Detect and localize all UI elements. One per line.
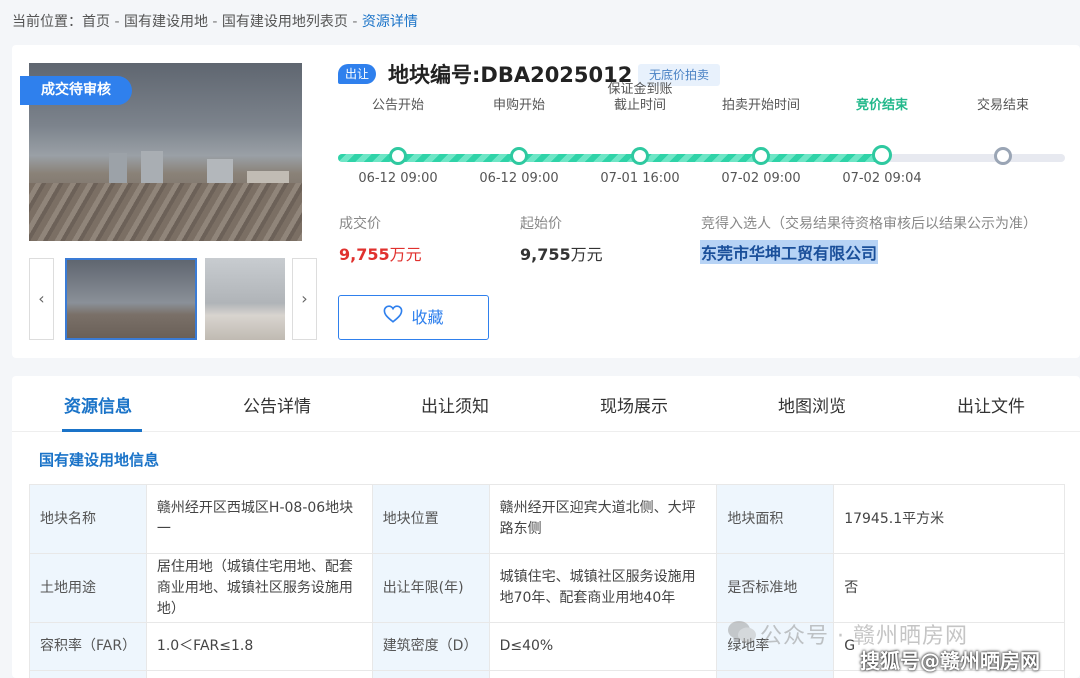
breadcrumb-land[interactable]: 国有建设用地 bbox=[124, 14, 208, 30]
table-value: 居住用地（城镇住宅用地、配套商业用地、城镇社区服务设施用地） bbox=[145, 553, 373, 623]
table-value: 否 bbox=[833, 553, 1065, 623]
table-value bbox=[488, 670, 718, 678]
step-date: 07-02 09:00 bbox=[721, 171, 801, 186]
table-key: 建筑密度（D） bbox=[371, 622, 490, 671]
thumbnail-2[interactable] bbox=[205, 258, 285, 340]
favorite-button-label: 收藏 bbox=[411, 308, 444, 327]
deal-pending-review-tag: 成交待审核 bbox=[20, 76, 132, 105]
start-price-label: 起始价 bbox=[520, 216, 562, 232]
breadcrumb-prefix: 当前位置： bbox=[12, 14, 82, 30]
table-key: 出让年限(年) bbox=[371, 553, 490, 623]
start-price-value: 9,755万元 bbox=[520, 241, 603, 265]
table-value: 城镇住宅、城镇社区服务设施用地70年、配套商业用地40年 bbox=[488, 553, 718, 623]
table-value: 1.0＜FAR≤1.8 bbox=[145, 622, 373, 671]
step-label: 竞价结束 bbox=[855, 98, 908, 113]
transaction-timeline: 公告开始 06-12 09:00 申购开始 06-12 09:00 保证金到账 … bbox=[338, 82, 1065, 195]
step-dot bbox=[389, 147, 407, 165]
listing-summary-card: 成交待审核 ‹ › 出让 地块编号:DBA2025012 无底价拍卖 公告开始 … bbox=[12, 45, 1080, 358]
table-value: D≤40% bbox=[488, 622, 718, 671]
breadcrumb-separator: - bbox=[207, 14, 222, 30]
table-key: 地块位置 bbox=[371, 484, 490, 554]
chevron-right-icon: › bbox=[301, 289, 308, 308]
timeline-track bbox=[338, 154, 1065, 162]
step-label: 交易结束 bbox=[976, 98, 1029, 113]
step-dot bbox=[872, 145, 892, 165]
table-key bbox=[371, 670, 490, 678]
thumb-prev-button[interactable]: ‹ bbox=[29, 258, 54, 340]
active-tab-indicator bbox=[62, 429, 142, 432]
step-label: 公告开始 bbox=[371, 98, 424, 113]
heart-icon bbox=[383, 296, 403, 339]
step-date: 06-12 09:00 bbox=[358, 171, 438, 186]
step-date: 07-01 16:00 bbox=[600, 171, 680, 186]
deal-price-label: 成交价 bbox=[339, 216, 381, 232]
table-row: 土地用途 居住用地（城镇住宅用地、配套商业用地、城镇社区服务设施用地） 出让年限… bbox=[29, 553, 1065, 623]
tab-transfer-notice[interactable]: 出让须知 bbox=[421, 392, 489, 417]
table-key: 地块名称 bbox=[29, 484, 147, 554]
table-key bbox=[29, 670, 147, 678]
table-row: 地块名称 赣州经开区西城区H-08-06地块一 地块位置 赣州经开区迎宾大道北侧… bbox=[29, 484, 1065, 554]
detail-tabs: 资源信息 公告详情 出让须知 现场展示 地图浏览 出让文件 bbox=[12, 376, 1080, 432]
table-key bbox=[716, 670, 835, 678]
step-dot bbox=[631, 147, 649, 165]
table-key: 是否标准地 bbox=[716, 553, 835, 623]
table-key: 地块面积 bbox=[716, 484, 835, 554]
start-price-unit: 万元 bbox=[570, 245, 603, 264]
deal-price-unit: 万元 bbox=[389, 245, 422, 264]
step-label: 保证金到账 截止时间 bbox=[607, 82, 673, 113]
transfer-badge: 出让 bbox=[338, 64, 376, 84]
thumb-next-button[interactable]: › bbox=[292, 258, 317, 340]
breadcrumb-separator: - bbox=[110, 14, 124, 30]
step-dot bbox=[510, 147, 528, 165]
start-price-number: 9,755 bbox=[520, 245, 571, 264]
breadcrumb-separator: - bbox=[347, 14, 362, 30]
deal-price-number: 9,755 bbox=[339, 245, 390, 264]
watermark-sohu: 搜狐号@赣州晒房网 bbox=[860, 649, 1040, 673]
tab-map-browse[interactable]: 地图浏览 bbox=[778, 392, 846, 417]
wechat-icon bbox=[728, 621, 756, 643]
tab-announcement-details[interactable]: 公告详情 bbox=[243, 392, 311, 417]
favorite-button[interactable]: 收藏 bbox=[338, 295, 489, 340]
step-date: 07-02 09:04 bbox=[842, 171, 922, 186]
breadcrumb: 当前位置：首页 - 国有建设用地 - 国有建设用地列表页 - 资源详情 bbox=[12, 11, 418, 31]
winner-company-name[interactable]: 东莞市华坤工贸有限公司 bbox=[700, 240, 879, 264]
table-key: 容积率（FAR） bbox=[29, 622, 147, 671]
breadcrumb-current: 资源详情 bbox=[361, 14, 418, 30]
section-title: 国有建设用地信息 bbox=[39, 451, 160, 469]
step-label: 申购开始 bbox=[492, 98, 545, 113]
table-value: 17945.1平方米 bbox=[833, 484, 1065, 554]
step-label: 拍卖开始时间 bbox=[721, 98, 800, 113]
tab-transfer-documents[interactable]: 出让文件 bbox=[957, 392, 1025, 417]
table-value bbox=[145, 670, 373, 678]
table-value: 赣州经开区迎宾大道北侧、大坪路东侧 bbox=[488, 484, 718, 554]
thumbnail-1[interactable] bbox=[65, 258, 197, 340]
tab-resource-info[interactable]: 资源信息 bbox=[64, 392, 132, 417]
step-date: 06-12 09:00 bbox=[479, 171, 559, 186]
breadcrumb-home[interactable]: 首页 bbox=[82, 14, 110, 30]
step-dot bbox=[752, 147, 770, 165]
tab-site-display[interactable]: 现场展示 bbox=[600, 392, 668, 417]
table-key: 土地用途 bbox=[29, 553, 147, 623]
chevron-left-icon: ‹ bbox=[38, 289, 45, 308]
winner-label: 竞得入选人（交易结果待资格审核后以结果公示为准） bbox=[701, 216, 1037, 232]
deal-price-value: 9,755万元 bbox=[339, 241, 422, 265]
breadcrumb-land-list[interactable]: 国有建设用地列表页 bbox=[222, 14, 348, 30]
step-dot bbox=[994, 147, 1012, 165]
table-value: 赣州经开区西城区H-08-06地块一 bbox=[145, 484, 373, 554]
timeline-progress bbox=[338, 154, 884, 162]
